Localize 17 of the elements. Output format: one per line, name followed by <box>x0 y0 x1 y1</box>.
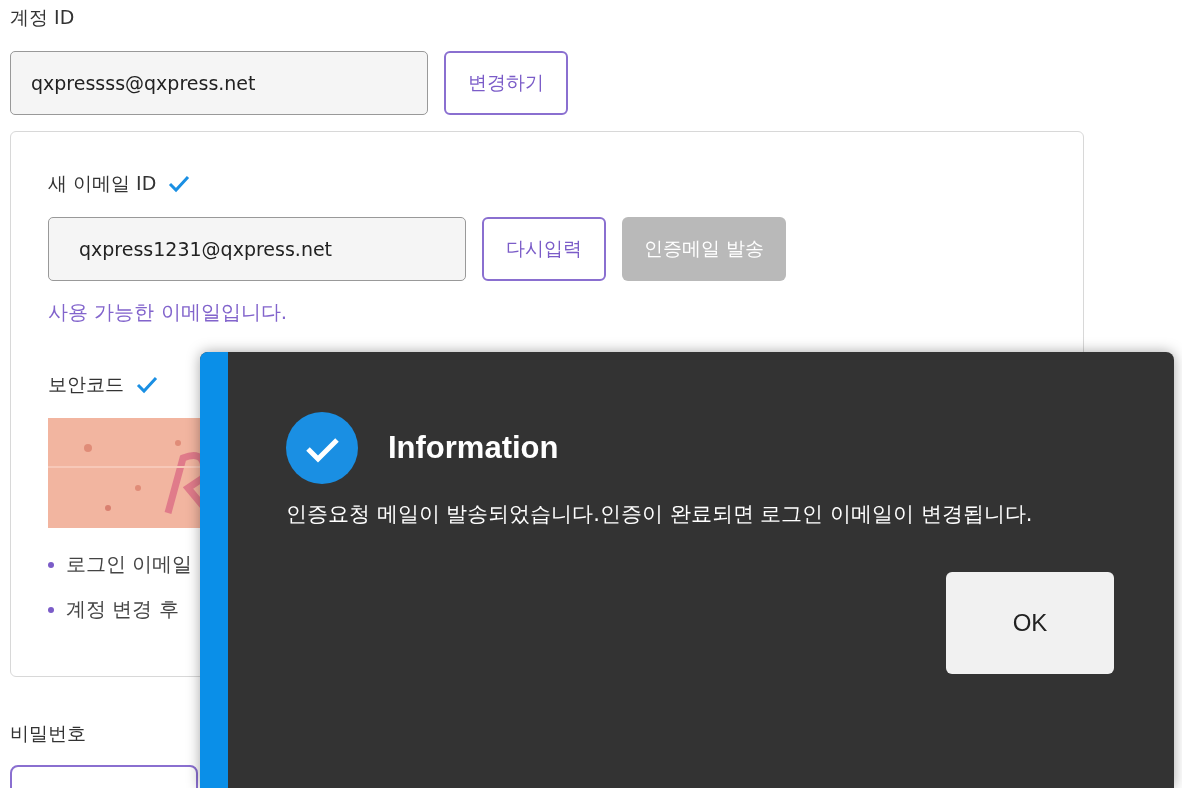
check-circle-icon <box>286 412 358 484</box>
action-button[interactable]: 변경하기 <box>444 51 568 115</box>
account-label: 계정 ID <box>10 5 75 30</box>
bullet-icon <box>48 561 54 568</box>
note-text: 계정 변경 후 <box>66 596 179 623</box>
security-code-label: 보안코드 <box>48 372 124 397</box>
note-text: 로그인 이메일 <box>66 551 193 578</box>
new-email-field[interactable]: qxpress1231@qxpress.net <box>48 217 466 281</box>
dialog-title: Information <box>388 430 559 466</box>
action-button[interactable]: 다시입력 <box>482 217 606 281</box>
new-email-label: 새 이메일 ID <box>48 171 157 196</box>
account-id-field[interactable]: qxpressss@qxpress.net <box>10 51 428 115</box>
bullet-icon <box>48 606 54 613</box>
ok-button[interactable]: OK <box>946 572 1114 674</box>
availability-message: 사용 가능한 이메일입니다. <box>48 299 289 326</box>
dialog-message: 인증요청 메일이 발송되었습니다.인증이 완료되면 로그인 이메일이 변경됩니다. <box>286 501 1034 528</box>
password-label: 비밀번호 <box>10 721 87 746</box>
